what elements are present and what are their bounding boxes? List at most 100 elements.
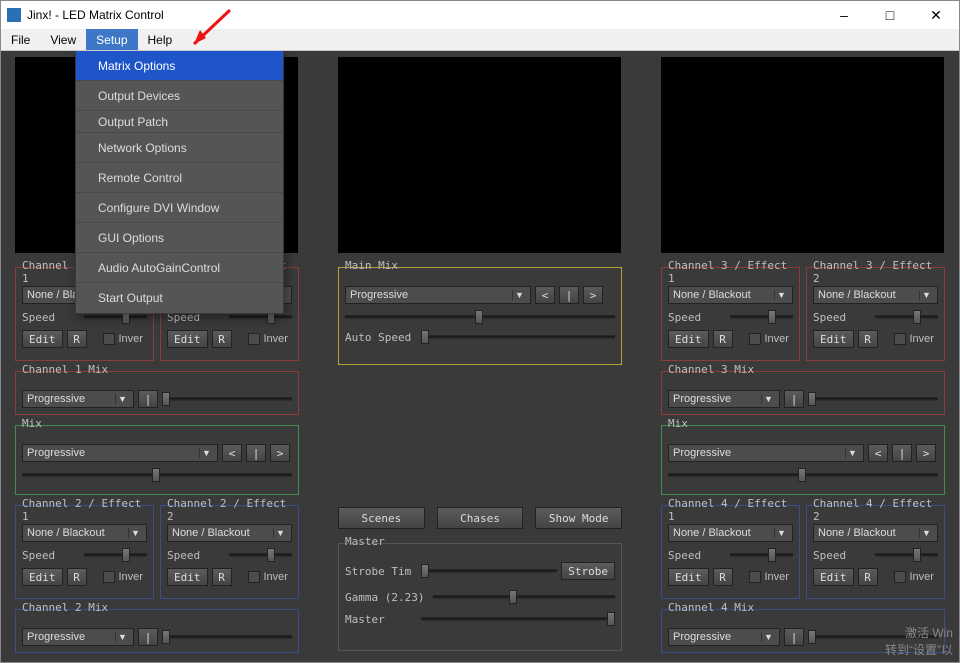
ch2-mix-group: Channel 2 Mix Progressive▼ | [15,609,299,653]
mainmix-combo[interactable]: Progressive▼ [345,286,531,304]
menu-output-patch[interactable]: Output Patch [76,111,283,133]
ch3e1-invert-check[interactable] [749,333,761,345]
menu-gui-options[interactable]: GUI Options [76,223,283,253]
ch2e2-r-button[interactable]: R [212,568,232,586]
leftmix-combo[interactable]: Progressive▼ [22,444,218,462]
ch4e2-speed-slider[interactable] [875,548,938,562]
leftmix-left-button[interactable]: < [222,444,242,462]
ch2e2-effect-combo[interactable]: None / Blackout▼ [167,524,292,542]
chevron-down-icon: ▼ [512,290,526,300]
ch1e2-edit-button[interactable]: Edit [167,330,208,348]
ch3e2-speed-slider[interactable] [875,310,938,324]
ch2e2-edit-button[interactable]: Edit [167,568,208,586]
gamma-slider[interactable] [433,590,615,604]
speed-label: Speed [668,549,726,562]
ch4-mix-group: Channel 4 Mix Progressive▼ | [661,609,945,653]
menu-remote-control[interactable]: Remote Control [76,163,283,193]
menu-audio-agc[interactable]: Audio AutoGainControl [76,253,283,283]
ch4mix-slider[interactable] [808,630,938,644]
maximize-button[interactable]: □ [867,1,913,29]
ch1e2-r-button[interactable]: R [212,330,232,348]
ch3-effect2-group: Channel 3 / Effect 2 None / Blackout▼ Sp… [806,267,945,361]
ch1e1-invert-check[interactable] [103,333,115,345]
mainmix-slider[interactable] [345,310,615,324]
ch4e1-invert-check[interactable] [749,571,761,583]
ch3-mix-legend: Channel 3 Mix [668,363,754,376]
ch1e1-r-button[interactable]: R [67,330,87,348]
ch2e2-speed-slider[interactable] [229,548,292,562]
ch4-effect2-legend: Channel 4 / Effect 2 [813,497,944,523]
rightmix-left-button[interactable]: < [868,444,888,462]
ch3e1-effect-combo[interactable]: None / Blackout▼ [668,286,793,304]
strobe-button[interactable]: Strobe [561,562,615,580]
ch2mix-bar-button[interactable]: | [138,628,158,646]
ch4mix-bar-button[interactable]: | [784,628,804,646]
mainmix-bar-button[interactable]: | [559,286,579,304]
ch4e2-edit-button[interactable]: Edit [813,568,854,586]
mainmix-right-button[interactable]: > [583,286,603,304]
menu-file[interactable]: File [1,29,40,50]
ch4e2-invert-check[interactable] [894,571,906,583]
menu-configure-dvi[interactable]: Configure DVI Window [76,193,283,223]
ch3e2-edit-button[interactable]: Edit [813,330,854,348]
ch4e2-r-button[interactable]: R [858,568,878,586]
showmode-button[interactable]: Show Mode [535,507,622,529]
ch4e1-speed-slider[interactable] [730,548,793,562]
menu-start-output[interactable]: Start Output [76,283,283,313]
ch3-effect2-legend: Channel 3 / Effect 2 [813,259,944,285]
ch4e2-effect-combo[interactable]: None / Blackout▼ [813,524,938,542]
ch3mix-bar-button[interactable]: | [784,390,804,408]
chases-button[interactable]: Chases [437,507,524,529]
ch2e1-effect-combo[interactable]: None / Blackout▼ [22,524,147,542]
ch2e1-speed-slider[interactable] [84,548,147,562]
menu-output-devices[interactable]: Output Devices [76,81,283,111]
ch3e2-r-button[interactable]: R [858,330,878,348]
leftmix-bar-button[interactable]: | [246,444,266,462]
menu-network-options[interactable]: Network Options [76,133,283,163]
mainmix-left-button[interactable]: < [535,286,555,304]
ch4e1-r-button[interactable]: R [713,568,733,586]
rightmix-right-button[interactable]: > [916,444,936,462]
ch3mix-combo[interactable]: Progressive▼ [668,390,780,408]
ch1e2-invert-check[interactable] [248,333,260,345]
menu-view[interactable]: View [40,29,86,50]
scenes-button[interactable]: Scenes [338,507,425,529]
preview-right [661,57,944,253]
ch1e1-edit-button[interactable]: Edit [22,330,63,348]
ch1mix-bar-button[interactable]: | [138,390,158,408]
ch2-mix-legend: Channel 2 Mix [22,601,108,614]
ch3e1-r-button[interactable]: R [713,330,733,348]
ch2e1-invert-check[interactable] [103,571,115,583]
ch2e1-edit-button[interactable]: Edit [22,568,63,586]
chevron-down-icon: ▼ [761,632,775,642]
rightmix-slider[interactable] [668,468,938,482]
close-button[interactable]: ✕ [913,1,959,29]
rightmix-combo[interactable]: Progressive▼ [668,444,864,462]
leftmix-slider[interactable] [22,468,292,482]
autospeed-slider[interactable] [421,330,615,344]
ch4mix-combo[interactable]: Progressive▼ [668,628,780,646]
ch4e1-edit-button[interactable]: Edit [668,568,709,586]
ch1mix-slider[interactable] [162,392,292,406]
menu-matrix-options[interactable]: Matrix Options [76,51,283,81]
ch3e1-edit-button[interactable]: Edit [668,330,709,348]
rightmix-bar-button[interactable]: | [892,444,912,462]
ch2-effect2-legend: Channel 2 / Effect 2 [167,497,298,523]
ch2e1-r-button[interactable]: R [67,568,87,586]
menu-help[interactable]: Help [138,29,183,50]
ch2mix-combo[interactable]: Progressive▼ [22,628,134,646]
ch3mix-slider[interactable] [808,392,938,406]
ch3e2-effect-combo[interactable]: None / Blackout▼ [813,286,938,304]
strobe-tim-slider[interactable] [421,564,557,578]
ch3e1-speed-slider[interactable] [730,310,793,324]
main-mix-legend: Main Mix [345,259,398,272]
leftmix-right-button[interactable]: > [270,444,290,462]
ch2mix-slider[interactable] [162,630,292,644]
menu-setup[interactable]: Setup [86,29,137,50]
ch1mix-combo[interactable]: Progressive▼ [22,390,134,408]
ch2e2-invert-check[interactable] [248,571,260,583]
ch3e2-invert-check[interactable] [894,333,906,345]
minimize-button[interactable]: – [821,1,867,29]
ch4e1-effect-combo[interactable]: None / Blackout▼ [668,524,793,542]
master-slider[interactable] [421,612,615,626]
